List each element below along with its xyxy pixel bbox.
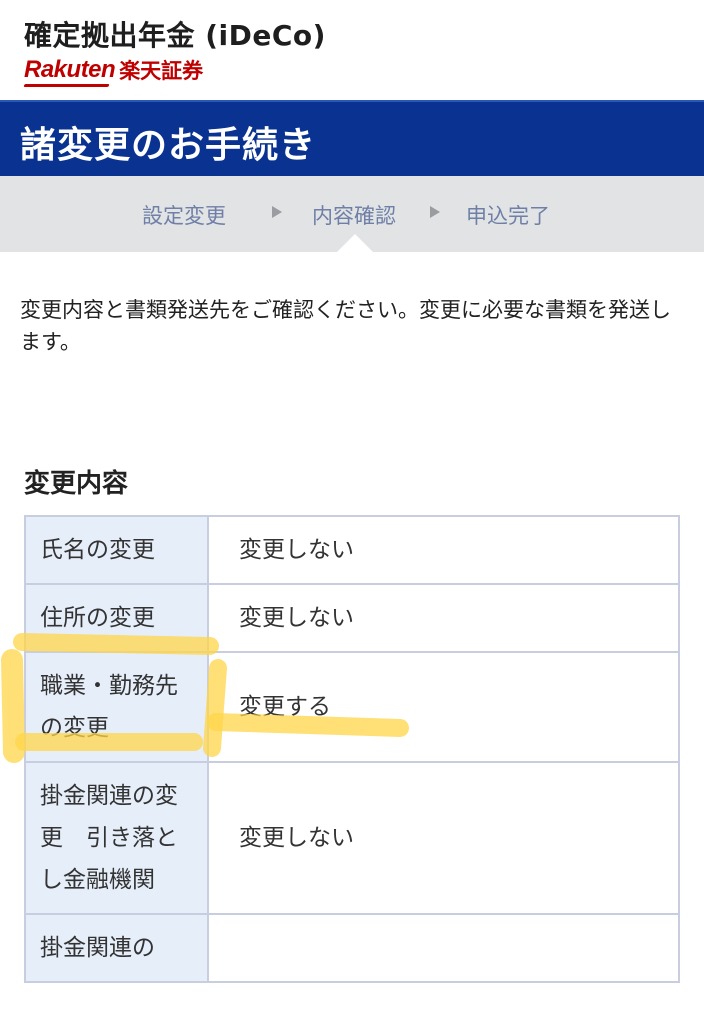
- row-value: 変更する: [207, 651, 680, 763]
- row-label: 掛金関連の: [24, 913, 209, 983]
- row-value: [207, 913, 680, 983]
- brand-logo-en: Rakuten: [24, 56, 116, 83]
- step-confirm: 内容確認: [312, 204, 396, 228]
- step-complete: 申込完了: [466, 204, 550, 228]
- page-banner: 諸変更のお手続き: [0, 100, 704, 176]
- app-title: 確定拠出年金 (iDeCo): [24, 19, 326, 52]
- step-arrow-icon: [272, 206, 282, 218]
- row-label: 氏名の変更: [24, 515, 209, 585]
- changes-table: 氏名の変更 変更しない 住所の変更 変更しない 職業・勤務先の変更 変更する 掛…: [24, 515, 680, 983]
- row-value: 変更しない: [207, 761, 680, 915]
- row-label: 住所の変更: [24, 583, 209, 653]
- header: 確定拠出年金 (iDeCo) Rakuten 楽天証券: [0, 0, 704, 100]
- row-value: 変更しない: [207, 515, 680, 585]
- brand-logo[interactable]: Rakuten 楽天証券: [24, 54, 203, 86]
- table-row: 掛金関連の: [24, 913, 680, 983]
- brand-logo-ja: 楽天証券: [119, 59, 204, 83]
- step-settings: 設定変更: [142, 204, 226, 228]
- page-title: 諸変更のお手続き: [20, 125, 317, 166]
- table-row: 職業・勤務先の変更 変更する: [24, 651, 680, 763]
- table-row: 住所の変更 変更しない: [24, 583, 680, 653]
- section-title: 変更内容: [24, 469, 129, 499]
- step-arrow-icon: [430, 206, 440, 218]
- row-value: 変更しない: [207, 583, 680, 653]
- row-label: 職業・勤務先の変更: [24, 651, 209, 763]
- row-label: 掛金関連の変更 引き落とし金融機関: [24, 761, 209, 915]
- table-row: 氏名の変更 変更しない: [24, 515, 680, 585]
- table-row: 掛金関連の変更 引き落とし金融機関 変更しない: [24, 761, 680, 915]
- intro-text: 変更内容と書類発送先をご確認ください。変更に必要な書類を発送します。: [20, 298, 671, 354]
- current-step-pointer: [337, 234, 373, 252]
